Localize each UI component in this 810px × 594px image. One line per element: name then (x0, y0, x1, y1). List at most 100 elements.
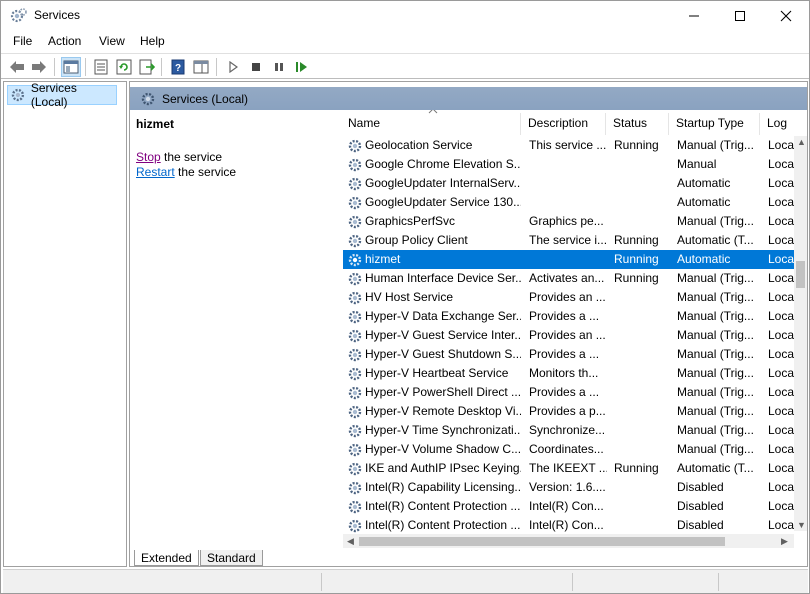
vertical-scrollbar[interactable]: ▲ ▼ (794, 136, 807, 531)
cell-log-on-as: Loca (768, 195, 794, 209)
properties-button[interactable] (91, 57, 111, 77)
back-button[interactable] (7, 57, 27, 77)
service-row[interactable]: Group Policy Client The service i... Runni… (343, 231, 795, 250)
cell-startup-type: Manual (Trig... (677, 423, 754, 437)
cell-name: Hyper-V PowerShell Direct ... (365, 385, 521, 399)
cell-name: Google Chrome Elevation S... (365, 157, 521, 171)
service-row[interactable]: Intel(R) Capability Licensing... Version:… (343, 478, 795, 497)
title-bar[interactable]: Services (1, 1, 809, 31)
help-button[interactable]: ? (168, 57, 188, 77)
column-divider[interactable] (759, 113, 760, 135)
tab-standard[interactable]: Standard (200, 550, 263, 566)
tree-item-label: Services (Local) (30, 81, 77, 109)
service-row[interactable]: Hyper-V Data Exchange Ser... Provides a .… (343, 307, 795, 326)
service-row[interactable]: Hyper-V Heartbeat Service Monitors th... M… (343, 364, 795, 383)
service-row[interactable]: Intel(R) Content Protection ... Intel(R) … (343, 516, 795, 535)
menu-view[interactable]: View (99, 34, 125, 48)
maximize-button[interactable] (717, 1, 763, 31)
cell-log-on-as: Loca (768, 442, 794, 456)
refresh-button[interactable] (114, 57, 134, 77)
cell-startup-type: Manual (Trig... (677, 442, 754, 456)
horizontal-scroll-thumb[interactable] (359, 537, 725, 546)
cell-log-on-as: Loca (768, 252, 794, 266)
vertical-scroll-thumb[interactable] (796, 261, 805, 288)
service-gear-icon (348, 519, 362, 533)
horizontal-scrollbar[interactable]: ◀ ▶ (343, 534, 794, 548)
cell-startup-type: Manual (Trig... (677, 385, 754, 399)
service-row[interactable]: IKE and AuthIP IPsec Keying... The IKEEXT… (343, 459, 795, 478)
scroll-right-arrow-icon[interactable]: ▶ (781, 536, 788, 547)
service-row[interactable]: Hyper-V Time Synchronizati... Synchronize… (343, 421, 795, 440)
cell-startup-type: Manual (Trig... (677, 328, 754, 342)
scroll-down-arrow-icon[interactable]: ▼ (797, 520, 806, 530)
cell-name: IKE and AuthIP IPsec Keying... (365, 461, 521, 475)
cell-description: Provides a ... (529, 347, 600, 361)
scroll-up-arrow-icon[interactable]: ▲ (797, 137, 806, 147)
export-list-button[interactable] (137, 57, 157, 77)
column-header-status[interactable]: Status (608, 110, 668, 136)
column-header-log-on-as[interactable]: Log (762, 110, 794, 136)
cell-startup-type: Manual (Trig... (677, 366, 754, 380)
column-divider[interactable] (520, 113, 521, 135)
column-divider[interactable] (668, 113, 669, 135)
service-row[interactable]: HV Host Service Provides an ... Manual (Tr… (343, 288, 795, 307)
refresh-icon (116, 59, 132, 75)
show-hide-console-tree-button[interactable] (61, 57, 81, 77)
service-row[interactable]: Intel(R) Content Protection ... Intel(R) … (343, 497, 795, 516)
pause-service-button[interactable] (269, 57, 289, 77)
service-row[interactable]: Hyper-V Remote Desktop Vi... Provides a p… (343, 402, 795, 421)
restart-service-line: Restart the service (136, 165, 236, 179)
service-row[interactable]: Hyper-V Volume Shadow C... Coordinates...… (343, 440, 795, 459)
service-row[interactable]: Human Interface Device Ser... Activates a… (343, 269, 795, 288)
cell-name: Human Interface Device Ser... (365, 271, 521, 285)
scroll-left-arrow-icon[interactable]: ◀ (347, 536, 354, 547)
cell-name: hizmet (365, 252, 401, 266)
menu-help[interactable]: Help (140, 34, 165, 48)
minimize-button[interactable] (671, 1, 717, 31)
cell-name: Group Policy Client (365, 233, 468, 247)
column-divider[interactable] (605, 113, 606, 135)
service-gear-icon (348, 291, 362, 305)
cell-log-on-as: Loca (768, 176, 794, 190)
service-row[interactable]: GoogleUpdater Service 130.... Automatic Lo… (343, 193, 795, 212)
service-gear-icon (348, 234, 362, 248)
service-row[interactable]: hizmet Running Automatic Loca (343, 250, 795, 269)
cell-description: Intel(R) Con... (529, 518, 604, 532)
cell-startup-type: Automatic (677, 176, 731, 190)
column-header-startup-type[interactable]: Startup Type (671, 110, 761, 136)
service-row[interactable]: Geolocation Service This service ... Runni… (343, 136, 795, 155)
toolbar-separator (54, 58, 55, 76)
export-icon (139, 59, 155, 75)
cell-startup-type: Manual (Trig... (677, 404, 754, 418)
pane-header-title: Services (Local) (162, 91, 249, 106)
column-header-name[interactable]: Name (343, 110, 520, 136)
tab-extended[interactable]: Extended (134, 550, 199, 566)
restart-service-link[interactable]: Restart (136, 165, 175, 179)
start-service-button[interactable] (223, 57, 243, 77)
service-row[interactable]: Hyper-V Guest Service Inter... Provides a… (343, 326, 795, 345)
sort-ascending-icon (428, 110, 438, 114)
svg-text:?: ? (175, 63, 181, 74)
cell-startup-type: Disabled (677, 499, 724, 513)
cell-status: Running (614, 461, 659, 475)
forward-button[interactable] (29, 57, 49, 77)
menu-action[interactable]: Action (48, 34, 81, 48)
cell-status: Running (614, 138, 659, 152)
status-bar-divider (321, 573, 322, 591)
column-header-description[interactable]: Description (523, 110, 605, 136)
services-window: Services File Action View Help ? Service… (0, 0, 810, 594)
menu-file[interactable]: File (13, 34, 32, 48)
close-button[interactable] (763, 1, 809, 31)
service-row[interactable]: GoogleUpdater InternalServ... Automatic Lo… (343, 174, 795, 193)
tree-item-services-local[interactable]: Services (Local) (7, 81, 117, 109)
stop-service-link[interactable]: Stop (136, 150, 161, 164)
cell-name: Hyper-V Time Synchronizati... (365, 423, 521, 437)
show-action-pane-button[interactable] (191, 57, 211, 77)
service-row[interactable]: Hyper-V Guest Shutdown S... Provides a ..… (343, 345, 795, 364)
column-header-label: Name (348, 116, 381, 130)
stop-service-button[interactable] (246, 57, 266, 77)
service-row[interactable]: Google Chrome Elevation S... Manual Loca (343, 155, 795, 174)
service-row[interactable]: GraphicsPerfSvc Graphics pe... Manual (Tri… (343, 212, 795, 231)
restart-service-button[interactable] (292, 57, 312, 77)
service-row[interactable]: Hyper-V PowerShell Direct ... Provides a … (343, 383, 795, 402)
